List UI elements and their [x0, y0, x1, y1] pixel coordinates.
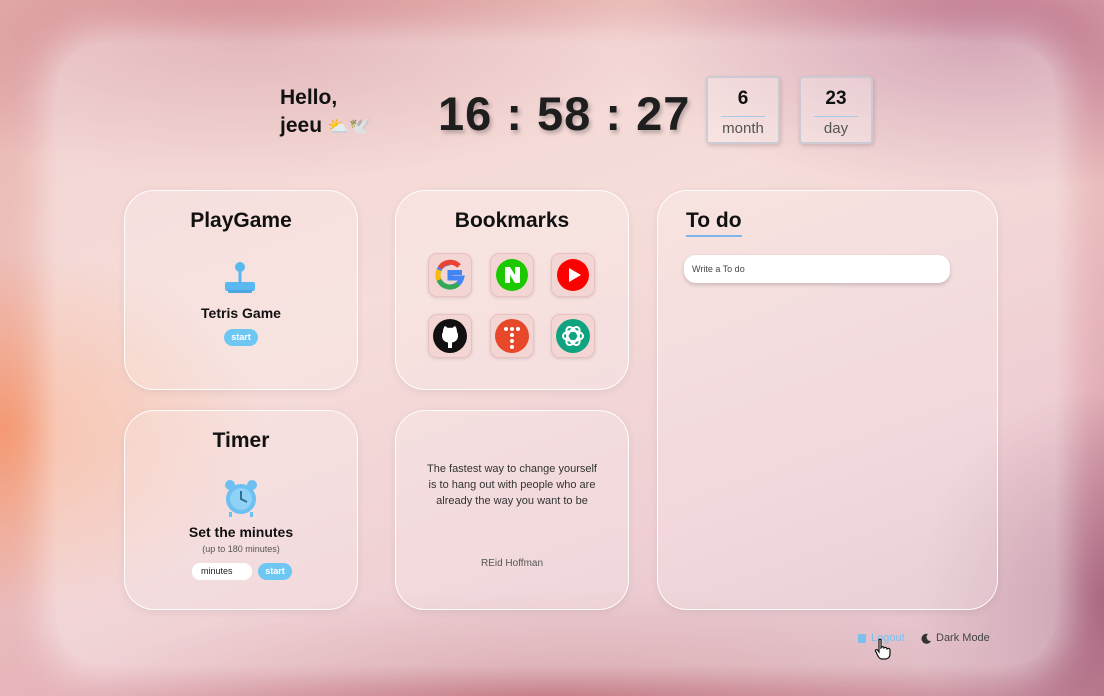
bookmark-naver[interactable]: [490, 253, 534, 297]
todo-title: To do: [686, 209, 742, 237]
timer-title: Timer: [212, 429, 270, 452]
chatgpt-icon: [556, 319, 590, 353]
joystick-icon: [225, 262, 255, 293]
timer-limit-note: (up to 180 minutes): [202, 544, 280, 554]
t-app-icon: [495, 319, 529, 353]
youtube-icon: [557, 259, 589, 291]
playgame-card: PlayGame Tetris Game start: [124, 190, 358, 390]
month-box: 6 month: [706, 76, 780, 144]
month-value: 6: [737, 88, 749, 109]
naver-icon: [496, 259, 528, 291]
bookmark-github[interactable]: [428, 314, 472, 358]
moon-icon: [921, 633, 931, 644]
todo-card: To do: [657, 190, 998, 610]
quote-card: [395, 410, 629, 610]
dark-mode-toggle[interactable]: Dark Mode: [921, 632, 990, 644]
weather-emoji: ⛅🕊️: [327, 117, 371, 136]
bookmark-youtube[interactable]: [551, 253, 595, 297]
bookmark-t-app[interactable]: [490, 314, 534, 358]
day-divider: [814, 116, 858, 117]
bookmark-chatgpt[interactable]: [551, 314, 595, 358]
bookmarks-title: Bookmarks: [454, 209, 570, 232]
bookmark-google[interactable]: [428, 253, 472, 297]
timer-heading: Set the minutes: [188, 524, 294, 540]
user-name: jeeu: [280, 114, 323, 137]
google-icon: [435, 259, 465, 290]
month-label: month: [722, 120, 764, 137]
game-start-button[interactable]: start: [224, 329, 258, 346]
greeting-line1: Hello,: [280, 86, 338, 109]
logout-icon: [858, 633, 866, 643]
game-name: Tetris Game: [201, 305, 281, 321]
digital-clock: 16 : 58 : 27: [438, 87, 691, 140]
minutes-input[interactable]: minutes: [192, 563, 252, 580]
timer-start-button[interactable]: start: [258, 563, 292, 580]
github-icon: [433, 319, 467, 353]
hand-cursor-icon: [874, 638, 891, 660]
timer-card: Timer Set the minutes (up to 180 minutes…: [124, 410, 358, 610]
quote-text: The fastest way to change yourself is to…: [427, 463, 597, 507]
day-value: 23: [825, 88, 847, 109]
quote-author: REid Hoffman: [480, 558, 544, 569]
day-label: day: [823, 120, 849, 137]
dark-mode-label: Dark Mode: [936, 632, 990, 644]
playgame-title: PlayGame: [190, 209, 292, 232]
alarm-clock-icon: [225, 480, 257, 517]
todo-input[interactable]: Write a To do: [684, 255, 950, 283]
day-box: 23 day: [799, 76, 873, 144]
greeting: Hello, jeeu ⛅🕊️: [280, 84, 370, 141]
month-divider: [721, 116, 765, 117]
